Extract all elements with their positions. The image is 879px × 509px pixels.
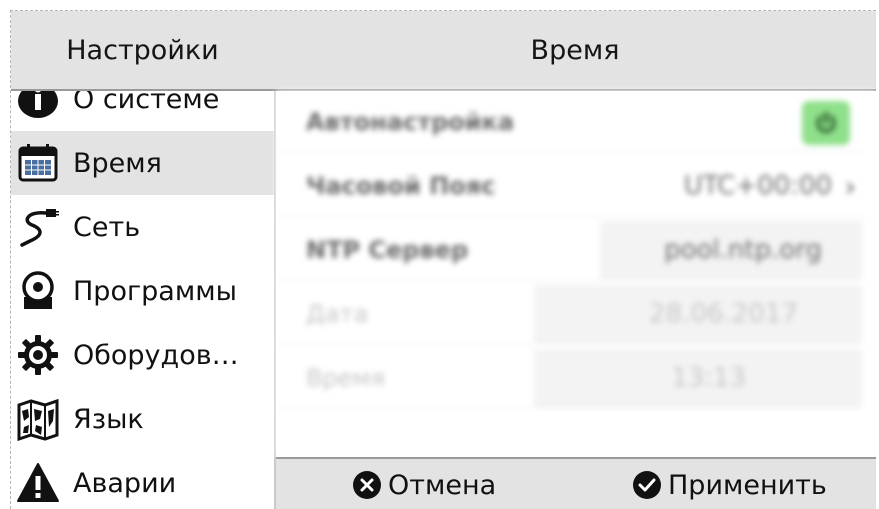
sidebar-item-alarms[interactable]: Аварии bbox=[11, 451, 274, 509]
sidebar-item-about[interactable]: О системе bbox=[11, 91, 274, 131]
timezone-value: UTC+00:00 bbox=[683, 171, 832, 201]
date-value: 28.06.2017 bbox=[649, 299, 798, 329]
network-cable-icon bbox=[15, 204, 61, 250]
ntp-server-row: NTP Сервер pool.ntp.org bbox=[282, 221, 862, 280]
time-row: Время 13:13 bbox=[282, 349, 862, 408]
sidebar-item-network[interactable]: Сеть bbox=[11, 195, 274, 259]
map-icon bbox=[15, 396, 61, 442]
time-value: 13:13 bbox=[671, 363, 746, 393]
auto-setup-row: Автонастройка bbox=[282, 93, 862, 152]
time-settings-panel: Автонастройка Часовой Пояс UTC+00:00 › N… bbox=[276, 91, 876, 457]
cancel-button[interactable]: Отмена bbox=[352, 459, 496, 509]
sidebar-item-programs[interactable]: Программы bbox=[11, 259, 274, 323]
chevron-right-icon: › bbox=[844, 169, 856, 203]
settings-window: Настройки Время О системе Время Сеть Про… bbox=[10, 10, 876, 509]
timezone-label: Часовой Пояс bbox=[306, 172, 496, 200]
sidebar-item-language[interactable]: Язык bbox=[11, 387, 274, 451]
date-label: Дата bbox=[306, 300, 369, 328]
auto-setup-label: Автонастройка bbox=[306, 108, 515, 136]
ntp-server-value: pool.ntp.org bbox=[664, 235, 822, 265]
gear-icon bbox=[15, 332, 61, 378]
page-title: Время bbox=[530, 34, 620, 66]
cancel-label: Отмена bbox=[388, 469, 497, 501]
settings-title: Настройки bbox=[66, 34, 219, 66]
title-bar: Настройки Время bbox=[11, 11, 876, 91]
apply-label: Применить bbox=[668, 469, 827, 501]
calendar-icon bbox=[15, 140, 61, 186]
warning-icon bbox=[15, 460, 61, 506]
sidebar-item-label: Сеть bbox=[73, 211, 141, 243]
sidebar-item-label: Аварии bbox=[73, 467, 177, 499]
sidebar-item-time[interactable]: Время bbox=[11, 131, 274, 195]
sidebar-item-label: Оборудов… bbox=[73, 339, 239, 371]
check-circle-icon bbox=[632, 470, 662, 500]
sidebar: О системе Время Сеть Программы Оборудов…… bbox=[11, 91, 274, 509]
cancel-circle-icon bbox=[352, 470, 382, 500]
power-icon bbox=[816, 111, 836, 133]
apply-button[interactable]: Применить bbox=[632, 459, 827, 509]
software-icon bbox=[15, 268, 61, 314]
sidebar-item-label: Программы bbox=[73, 275, 237, 307]
action-bar: Отмена Применить bbox=[276, 457, 876, 509]
auto-setup-toggle[interactable] bbox=[802, 101, 850, 145]
sidebar-item-label: Время bbox=[73, 147, 162, 179]
info-icon bbox=[15, 91, 61, 122]
ntp-server-label: NTP Сервер bbox=[306, 236, 469, 264]
time-label: Время bbox=[306, 364, 386, 392]
sidebar-item-label: О системе bbox=[73, 91, 220, 115]
timezone-row[interactable]: Часовой Пояс UTC+00:00 › bbox=[282, 157, 862, 216]
date-row: Дата 28.06.2017 bbox=[282, 285, 862, 344]
sidebar-item-label: Язык bbox=[73, 403, 144, 435]
sidebar-item-hardware[interactable]: Оборудов… bbox=[11, 323, 274, 387]
